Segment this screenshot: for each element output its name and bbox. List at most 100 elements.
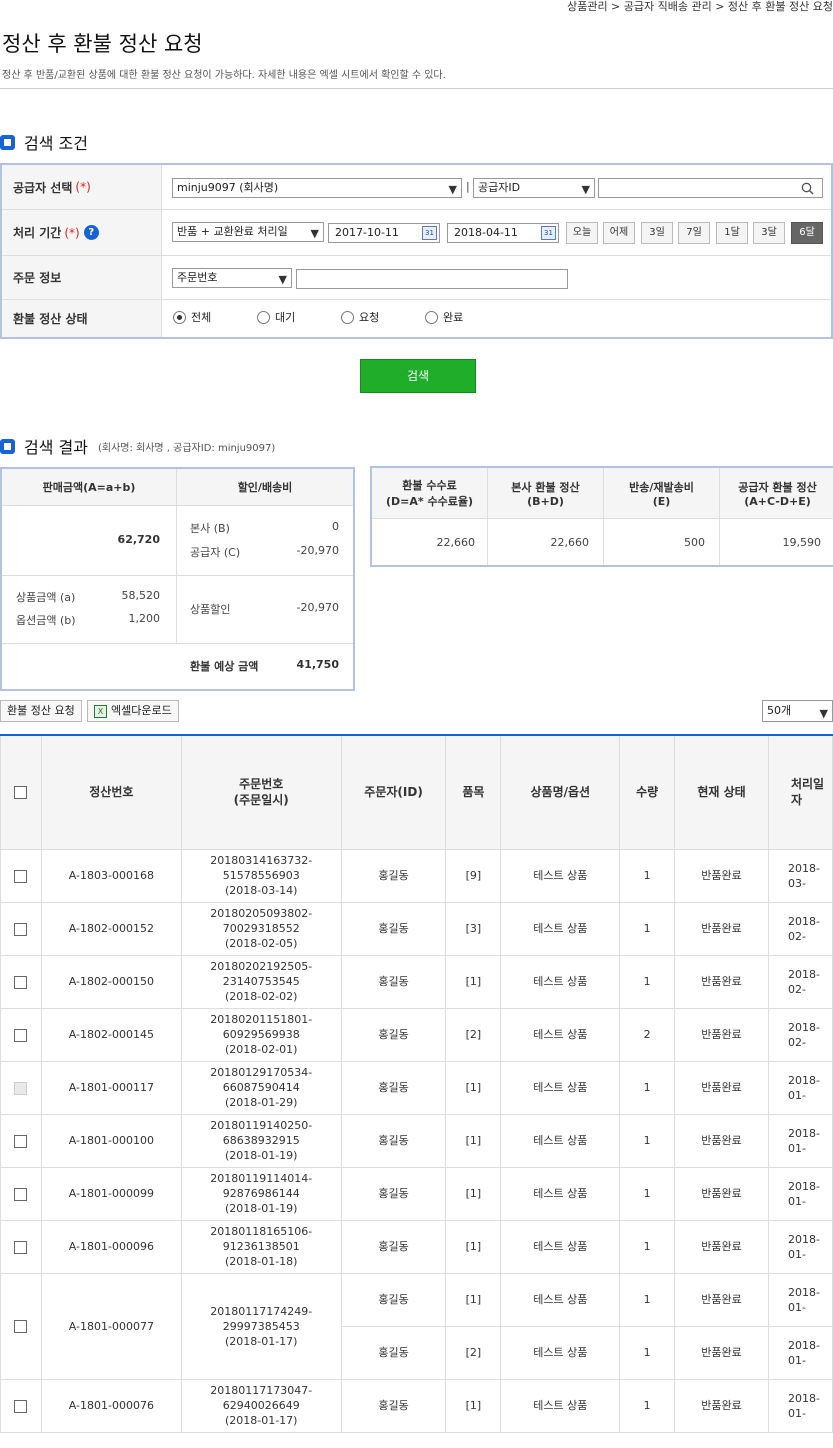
range-6months-button[interactable]: 6달: [791, 222, 823, 244]
period-type-select[interactable]: 반품 + 교환완료 처리일 ▼: [172, 222, 324, 242]
search-button[interactable]: 검색: [360, 359, 476, 393]
settlement-number: A-1801-000099: [40, 1166, 182, 1221]
order-input[interactable]: [296, 269, 568, 289]
select-all-checkbox[interactable]: [14, 786, 28, 800]
qty-cell: 1: [619, 1325, 676, 1380]
order-type-select[interactable]: 주문번호 ▼: [172, 268, 292, 288]
help-icon[interactable]: ?: [83, 225, 99, 240]
status-requested-radio[interactable]: 요청: [341, 309, 379, 325]
qty-cell: 1: [619, 1219, 676, 1274]
range-7days-button[interactable]: 7일: [678, 222, 710, 244]
qty-cell: 1: [619, 1378, 676, 1433]
processed-date-cell: 2018-01-: [767, 1325, 833, 1380]
row-checkbox[interactable]: [14, 869, 28, 883]
table-row[interactable]: A-1801-000117 20180129170534-66087590414 (…: [0, 1060, 833, 1115]
product-cell: 테스트 상품: [500, 901, 621, 956]
date-to-input[interactable]: 2018-04-11 31: [447, 223, 559, 243]
range-3months-button[interactable]: 3달: [753, 222, 785, 244]
settlement-number: A-1801-000077: [40, 1272, 182, 1380]
order-row: 주문 정보 주문번호 ▼: [2, 256, 831, 300]
item-cell: [1]: [445, 1166, 502, 1221]
chevron-down-icon: ▼: [448, 183, 457, 196]
select-all-cell: [0, 734, 42, 850]
qty-cell: 1: [619, 1272, 676, 1327]
row-checkbox[interactable]: [14, 1399, 28, 1413]
chevron-down-icon: ▼: [581, 183, 590, 196]
order-number: 20180117174249-29997385453: [210, 1304, 313, 1333]
table-row[interactable]: A-1801-000100 20180119140250-68638932915 (…: [0, 1113, 833, 1168]
table-row[interactable]: A-1801-000077 20180117174249-29997385453(…: [0, 1272, 833, 1380]
order-date: (2018-02-01): [224, 1043, 298, 1056]
processed-date-cell: 2018-02-: [767, 954, 833, 1009]
row-checkbox[interactable]: [14, 1028, 28, 1042]
hq-refund-value: 22,660: [550, 536, 590, 549]
product-cell: 테스트 상품: [500, 1272, 621, 1327]
table-row[interactable]: A-1802-000145 20180201151801-60929569938 (…: [0, 1007, 833, 1062]
status-all-radio[interactable]: 전체: [173, 309, 211, 325]
table-row[interactable]: A-1801-000099 20180119114014-92876986144 (…: [0, 1166, 833, 1221]
table-row[interactable]: A-1801-000096 20180118165106-91236138501 (…: [0, 1219, 833, 1274]
item-cell: [2]: [445, 1325, 502, 1380]
option-amount-label: 옵션금액 (b): [16, 614, 76, 627]
order-date: (2018-01-19): [224, 1202, 298, 1215]
order-label: 주문 정보: [2, 256, 162, 299]
refund-summary: 환불 수수료 (D=A* 수수료율) 본사 환불 정산 (B+D) 반송/재발송…: [370, 466, 833, 567]
range-yesterday-button[interactable]: 어제: [603, 222, 635, 244]
refund-request-button[interactable]: 환불 정산 요청: [0, 700, 82, 722]
table-row[interactable]: A-1802-000152 20180205093802-70029318552 (…: [0, 901, 833, 956]
order-date: (2018-01-18): [224, 1255, 298, 1268]
status-cell: 반품완료: [674, 1378, 769, 1433]
page-size-select[interactable]: 50개 ▼: [762, 700, 833, 722]
range-3days-button[interactable]: 3일: [641, 222, 673, 244]
row-checkbox[interactable]: [14, 1240, 28, 1254]
product-cell: 테스트 상품: [500, 954, 621, 1009]
result-section-subtitle: (회사명: 회사명 , 공급자ID: minju9097): [97, 442, 276, 454]
range-today-button[interactable]: 오늘: [566, 222, 598, 244]
order-date: (2018-02-05): [224, 937, 298, 950]
calendar-icon[interactable]: 31: [422, 226, 437, 240]
table-header-row: 정산번호 주문번호 (주문일시) 주문자(ID) 품목 상품명/옵션 수량 현재…: [0, 734, 833, 850]
row-checkbox-cell: [0, 1219, 42, 1274]
buyer-cell: 홍길동: [340, 1007, 447, 1062]
buyer-cell: 홍길동: [340, 1219, 447, 1274]
order-number-cell: 20180314163732-51578556903 (2018-03-14): [180, 848, 342, 903]
id-type-select[interactable]: 공급자ID ▼: [473, 178, 595, 198]
breadcrumb: 상품관리 > 공급자 직배송 관리 > 정산 후 환불 정산 요청: [567, 0, 833, 13]
row-checkbox[interactable]: [14, 1187, 28, 1201]
hq-value: 0: [332, 520, 339, 533]
search-icon[interactable]: [801, 182, 814, 195]
order-number-cell: 20180118165106-91236138501 (2018-01-18): [180, 1219, 342, 1274]
item-cell: [1]: [445, 954, 502, 1009]
col-settlement-no: 정산번호: [40, 734, 182, 850]
row-checkbox[interactable]: [14, 922, 28, 936]
status-waiting-radio[interactable]: 대기: [257, 309, 295, 325]
option-amount-value: 1,200: [128, 612, 161, 625]
excel-download-button[interactable]: X 엑셀다운로드: [87, 700, 179, 722]
row-checkbox-cell: [0, 848, 42, 903]
product-cell: 테스트 상품: [500, 1166, 621, 1221]
order-date: (2018-01-19): [224, 1149, 298, 1162]
table-row[interactable]: A-1801-000076 20180117173047-62940026649 (…: [0, 1378, 833, 1433]
calendar-icon[interactable]: 31: [541, 226, 556, 240]
status-label: 환불 정산 상태: [2, 300, 162, 337]
date-from-input[interactable]: 2017-10-11 31: [328, 223, 440, 243]
supplier-search-input[interactable]: [598, 178, 823, 198]
status-complete-radio[interactable]: 완료: [425, 309, 463, 325]
qty-cell: 1: [619, 1113, 676, 1168]
table-row[interactable]: A-1802-000150 20180202192505-23140753545 (…: [0, 954, 833, 1009]
result-section-header: 검색 결과 (회사명: 회사명 , 공급자ID: minju9097): [0, 434, 275, 458]
qty-cell: 1: [619, 954, 676, 1009]
buyer-cell: 홍길동: [340, 1325, 447, 1380]
buyer-cell: 홍길동: [340, 954, 447, 1009]
range-1month-button[interactable]: 1달: [716, 222, 748, 244]
product-amount-label: 상품금액 (a): [16, 591, 76, 604]
row-checkbox[interactable]: [14, 975, 28, 989]
col-qty: 수량: [619, 734, 676, 850]
buyer-cell: 홍길동: [340, 1166, 447, 1221]
row-checkbox[interactable]: [14, 1134, 28, 1148]
refund-fee-header: 환불 수수료 (D=A* 수수료율): [372, 468, 487, 519]
supplier-select[interactable]: minju9097 (회사명) ▼: [172, 178, 462, 198]
row-checkbox[interactable]: [14, 1320, 28, 1333]
table-row[interactable]: A-1803-000168 20180314163732-51578556903 (…: [0, 848, 833, 903]
hq-refund-header: 본사 환불 정산 (B+D): [488, 468, 603, 519]
